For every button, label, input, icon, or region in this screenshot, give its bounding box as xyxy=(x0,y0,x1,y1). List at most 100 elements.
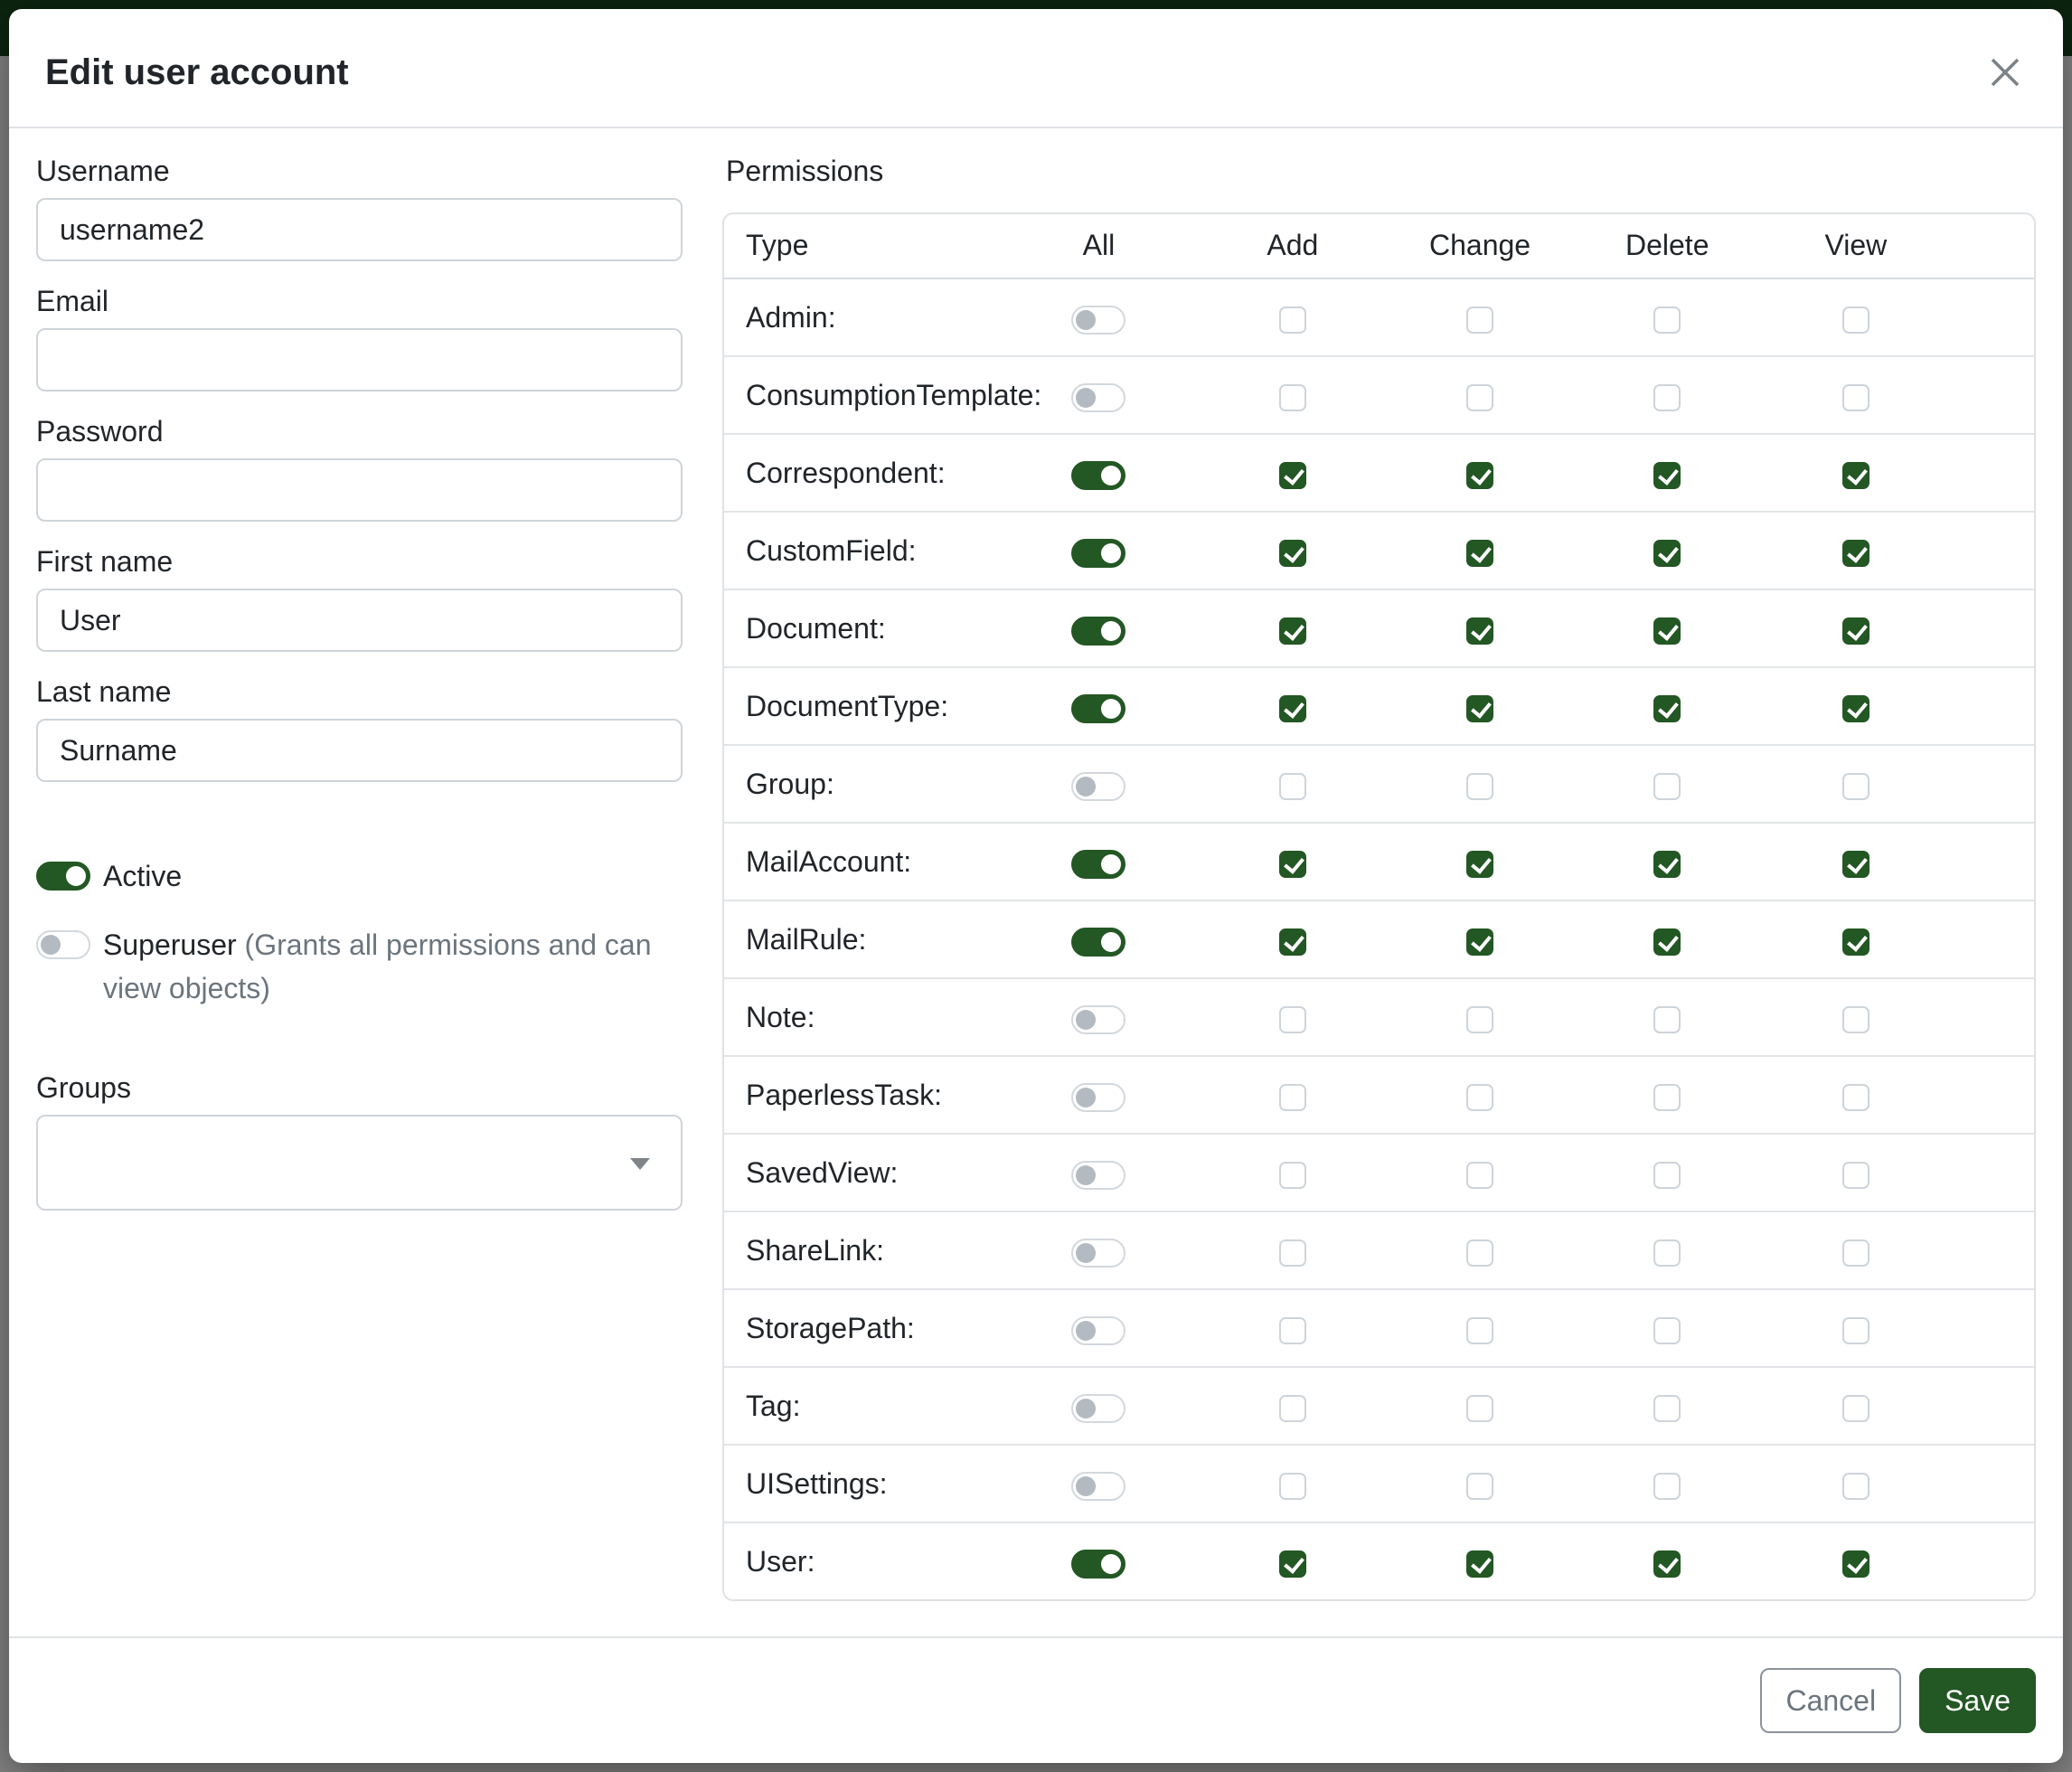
permission-checkbox-add[interactable] xyxy=(1279,1006,1306,1033)
permission-checkbox-change[interactable] xyxy=(1466,773,1493,800)
permission-toggle-all[interactable] xyxy=(1071,539,1125,568)
permission-checkbox-view[interactable] xyxy=(1842,1317,1870,1344)
permission-checkbox-add[interactable] xyxy=(1279,1084,1306,1111)
permission-toggle-all[interactable] xyxy=(1071,1005,1125,1034)
groups-select[interactable] xyxy=(36,1115,683,1211)
permission-checkbox-view[interactable] xyxy=(1842,306,1870,334)
permission-checkbox-change[interactable] xyxy=(1466,928,1493,956)
toggle-knob xyxy=(1076,1476,1096,1496)
username-input[interactable] xyxy=(36,198,683,261)
permission-checkbox-change[interactable] xyxy=(1466,1006,1493,1033)
permission-checkbox-add[interactable] xyxy=(1279,695,1306,722)
last-name-field[interactable] xyxy=(36,719,683,782)
permission-checkbox-change[interactable] xyxy=(1466,1084,1493,1111)
permission-checkbox-add[interactable] xyxy=(1279,1473,1306,1500)
permission-checkbox-delete[interactable] xyxy=(1653,1006,1681,1033)
permission-checkbox-add[interactable] xyxy=(1279,540,1306,567)
permission-toggle-all[interactable] xyxy=(1071,1161,1125,1190)
permission-checkbox-delete[interactable] xyxy=(1653,462,1681,489)
permission-checkbox-add[interactable] xyxy=(1279,617,1306,645)
permission-checkbox-change[interactable] xyxy=(1466,617,1493,645)
cancel-button[interactable]: Cancel xyxy=(1760,1668,1901,1733)
permission-checkbox-view[interactable] xyxy=(1842,1473,1870,1500)
save-button[interactable]: Save xyxy=(1919,1668,2036,1733)
permission-toggle-all[interactable] xyxy=(1071,772,1125,801)
permission-toggle-all[interactable] xyxy=(1071,617,1125,646)
permission-checkbox-view[interactable] xyxy=(1842,1395,1870,1422)
permission-checkbox-view[interactable] xyxy=(1842,384,1870,411)
permission-checkbox-view[interactable] xyxy=(1842,1084,1870,1111)
permission-checkbox-delete[interactable] xyxy=(1653,1084,1681,1111)
first-name-field[interactable] xyxy=(36,589,683,652)
permission-toggle-all[interactable] xyxy=(1071,1239,1125,1268)
permission-checkbox-delete[interactable] xyxy=(1653,1395,1681,1422)
superuser-toggle[interactable] xyxy=(36,930,90,959)
permission-checkbox-view[interactable] xyxy=(1842,695,1870,722)
email-field[interactable] xyxy=(36,328,683,391)
permission-checkbox-change[interactable] xyxy=(1466,384,1493,411)
permission-checkbox-change[interactable] xyxy=(1466,1550,1493,1578)
permission-toggle-all[interactable] xyxy=(1071,383,1125,412)
permission-checkbox-delete[interactable] xyxy=(1653,306,1681,334)
permission-checkbox-view[interactable] xyxy=(1842,851,1870,878)
permission-checkbox-add[interactable] xyxy=(1279,1395,1306,1422)
permission-checkbox-add[interactable] xyxy=(1279,1162,1306,1189)
permission-checkbox-delete[interactable] xyxy=(1653,695,1681,722)
permission-checkbox-add[interactable] xyxy=(1279,851,1306,878)
permission-checkbox-change[interactable] xyxy=(1466,540,1493,567)
permission-checkbox-add[interactable] xyxy=(1279,773,1306,800)
permission-checkbox-change[interactable] xyxy=(1466,1395,1493,1422)
permission-toggle-all[interactable] xyxy=(1071,1550,1125,1579)
permission-checkbox-delete[interactable] xyxy=(1653,1239,1681,1267)
active-toggle[interactable] xyxy=(36,862,90,891)
permission-toggle-all[interactable] xyxy=(1071,1083,1125,1112)
permission-checkbox-delete[interactable] xyxy=(1653,1317,1681,1344)
permission-checkbox-change[interactable] xyxy=(1466,695,1493,722)
permission-toggle-all[interactable] xyxy=(1071,850,1125,879)
permission-row: StoragePath: xyxy=(724,1289,2034,1367)
first-name-label: First name xyxy=(36,542,683,581)
permission-checkbox-add[interactable] xyxy=(1279,462,1306,489)
permission-checkbox-view[interactable] xyxy=(1842,540,1870,567)
permission-checkbox-change[interactable] xyxy=(1466,1317,1493,1344)
permission-checkbox-change[interactable] xyxy=(1466,462,1493,489)
permission-toggle-all[interactable] xyxy=(1071,461,1125,490)
permission-checkbox-delete[interactable] xyxy=(1653,1550,1681,1578)
permission-checkbox-delete[interactable] xyxy=(1653,928,1681,956)
permission-checkbox-add[interactable] xyxy=(1279,1239,1306,1267)
permission-checkbox-change[interactable] xyxy=(1466,1473,1493,1500)
permission-checkbox-delete[interactable] xyxy=(1653,851,1681,878)
close-button[interactable] xyxy=(1983,51,2027,94)
permission-toggle-all[interactable] xyxy=(1071,1394,1125,1423)
permission-checkbox-add[interactable] xyxy=(1279,928,1306,956)
permission-checkbox-view[interactable] xyxy=(1842,1006,1870,1033)
permission-checkbox-view[interactable] xyxy=(1842,462,1870,489)
permission-toggle-all[interactable] xyxy=(1071,1316,1125,1345)
permission-checkbox-delete[interactable] xyxy=(1653,384,1681,411)
permission-checkbox-add[interactable] xyxy=(1279,306,1306,334)
permission-checkbox-delete[interactable] xyxy=(1653,1473,1681,1500)
toggle-knob xyxy=(1076,1243,1096,1263)
permission-checkbox-change[interactable] xyxy=(1466,1239,1493,1267)
permission-checkbox-delete[interactable] xyxy=(1653,1162,1681,1189)
permission-checkbox-view[interactable] xyxy=(1842,928,1870,956)
permission-checkbox-add[interactable] xyxy=(1279,1550,1306,1578)
permission-checkbox-delete[interactable] xyxy=(1653,773,1681,800)
permission-checkbox-view[interactable] xyxy=(1842,1550,1870,1578)
permission-checkbox-change[interactable] xyxy=(1466,1162,1493,1189)
permission-toggle-all[interactable] xyxy=(1071,306,1125,335)
permission-checkbox-view[interactable] xyxy=(1842,1239,1870,1267)
permission-checkbox-add[interactable] xyxy=(1279,384,1306,411)
permission-toggle-all[interactable] xyxy=(1071,928,1125,957)
permission-checkbox-view[interactable] xyxy=(1842,1162,1870,1189)
permission-checkbox-change[interactable] xyxy=(1466,306,1493,334)
permission-toggle-all[interactable] xyxy=(1071,694,1125,723)
permission-checkbox-view[interactable] xyxy=(1842,773,1870,800)
permission-checkbox-delete[interactable] xyxy=(1653,540,1681,567)
permission-checkbox-delete[interactable] xyxy=(1653,617,1681,645)
permission-checkbox-add[interactable] xyxy=(1279,1317,1306,1344)
password-field[interactable] xyxy=(36,458,683,522)
permission-checkbox-change[interactable] xyxy=(1466,851,1493,878)
permission-toggle-all[interactable] xyxy=(1071,1472,1125,1501)
permission-checkbox-view[interactable] xyxy=(1842,617,1870,645)
